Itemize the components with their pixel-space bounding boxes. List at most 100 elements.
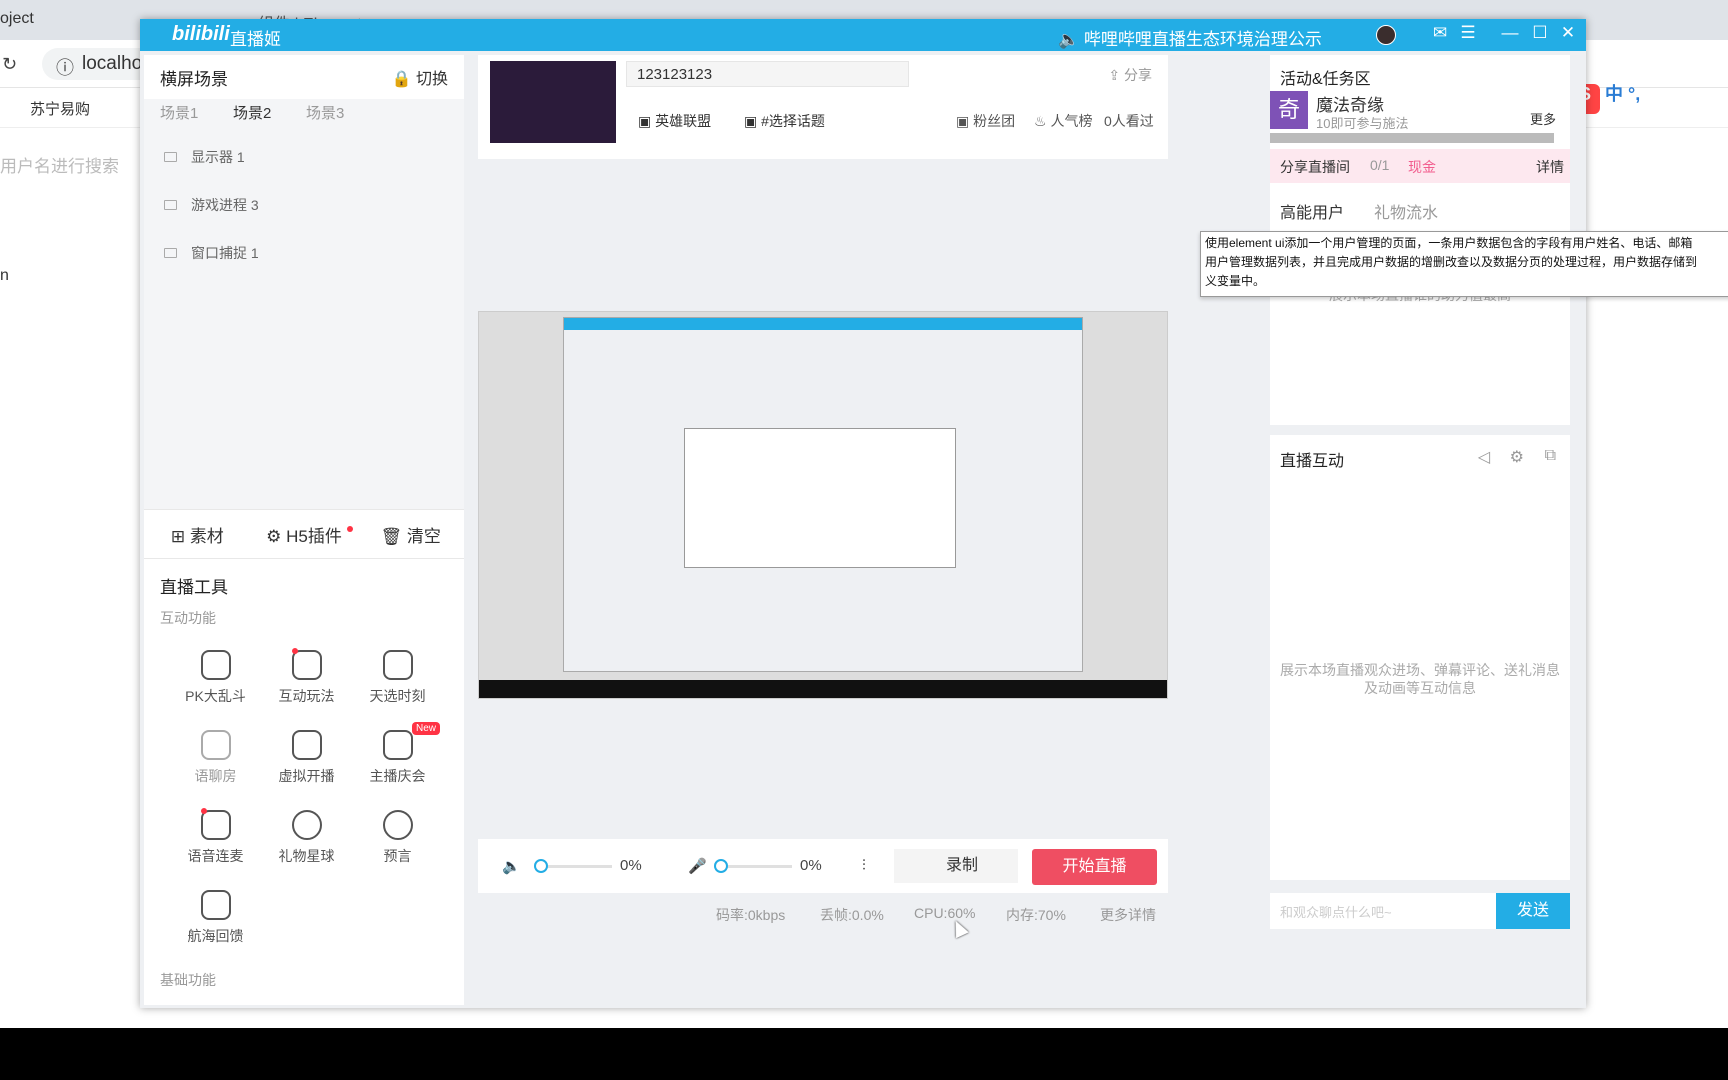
avatar[interactable] <box>1376 25 1396 45</box>
live-tools-title: 直播工具 <box>160 578 228 597</box>
tab-scene2[interactable]: 场景2 <box>233 99 306 129</box>
source-display[interactable]: 显示器 1 <box>164 147 245 167</box>
red-dot <box>347 525 354 532</box>
more-details-link[interactable]: 更多详情 <box>1100 905 1156 925</box>
bitrate: 码率:0kbps <box>716 907 786 923</box>
mixer-icon[interactable]: ⫶ <box>862 857 866 874</box>
category-button[interactable]: ▣ 英雄联盟 <box>638 111 711 131</box>
tool-voice-room[interactable]: 语聊房 <box>170 730 261 786</box>
mail-icon[interactable]: ✉ <box>1430 23 1450 43</box>
live-app-window: bilibili 直播姬 🔈 哔哩哔哩直播生态环境治理公示 ✉ ☰ — ☐ ✕ … <box>140 19 1586 1008</box>
tool-gift-planet[interactable]: 礼物星球 <box>261 810 352 866</box>
close-icon[interactable]: ✕ <box>1558 23 1578 43</box>
activity-scrollbar[interactable] <box>1270 133 1554 143</box>
popout-icon[interactable]: ⧉ <box>1545 447 1556 465</box>
user-search-input[interactable]: 用户名进行搜索 <box>0 140 140 177</box>
reload-icon[interactable]: ↻ <box>2 54 17 75</box>
web-page-left: 用户名进行搜索 n <box>0 140 140 285</box>
tool-celebration[interactable]: New 主播庆会 <box>352 722 443 786</box>
mic-slider[interactable] <box>714 859 792 873</box>
tool-anchor[interactable]: 航海回馈 <box>170 890 261 946</box>
live-tools: 直播工具 互动功能 PK大乱斗 互动玩法 天选时刻 语聊房 虚拟开播 New 主播… <box>144 559 464 1004</box>
frame-drop: 丢帧:0.0% <box>820 907 884 923</box>
source-tools: ⊞ 素材 ⚙ H5插件 🗑 清空 <box>144 509 464 559</box>
preview-nested-inner <box>684 428 956 568</box>
virtual-live-icon <box>291 730 322 760</box>
source-list: 显示器 1 游戏进程 3 窗口捕捉 1 <box>144 129 464 509</box>
tab-scene1[interactable]: 场景1 <box>160 99 233 129</box>
tool-prophecy[interactable]: 预言 <box>352 810 443 866</box>
fans-button[interactable]: ▣ 粉丝团 <box>956 111 1015 131</box>
topic-button[interactable]: ▣ #选择话题 <box>744 111 825 131</box>
speaker-icon[interactable]: 🔈 <box>502 857 521 875</box>
activity-title: 活动&任务区 <box>1280 71 1371 88</box>
tool-voice-mic[interactable]: 语音连麦 <box>170 808 261 866</box>
right-panel: 活动&任务区 奇 魔法奇缘 10即可参与施法 更多 分享直播间 0/1 现金 详… <box>1270 55 1570 1005</box>
share-button[interactable]: ⇪ 分享 <box>1108 65 1152 85</box>
room-title-input[interactable]: 123123123 <box>626 61 909 87</box>
send-button[interactable]: 发送 <box>1496 893 1570 929</box>
source-window[interactable]: 窗口捕捉 1 <box>164 243 259 263</box>
room-info: 123123123 ⇪ 分享 ▣ 英雄联盟 ▣ #选择话题 ▣ 粉丝团 ♨ 人气… <box>478 55 1168 159</box>
game-icon <box>164 200 177 210</box>
pk-icon <box>200 650 231 680</box>
bilibili-logo: bilibili <box>172 23 230 45</box>
slider-knob[interactable] <box>714 859 728 873</box>
high-energy-tab[interactable]: 高能用户 <box>1280 199 1344 223</box>
slider-knob[interactable] <box>534 859 548 873</box>
scene-title: 横屏场景 <box>160 69 228 89</box>
tool-interactive[interactable]: 互动玩法 <box>261 648 352 706</box>
chat-input[interactable]: 和观众聊点什么吧~ <box>1280 902 1392 921</box>
center-panel: 123123123 ⇪ 分享 ▣ 英雄联盟 ▣ #选择话题 ▣ 粉丝团 ♨ 人气… <box>478 55 1168 699</box>
volume-slider[interactable] <box>534 859 612 873</box>
anchor-icon <box>200 890 231 920</box>
tool-pk[interactable]: PK大乱斗 <box>170 650 261 706</box>
tool-virtual[interactable]: 虚拟开播 <box>261 730 352 786</box>
info-icon[interactable]: ⓘ <box>56 54 74 80</box>
notice-link[interactable]: 🔈 哔哩哔哩直播生态环境治理公示 <box>1058 25 1322 50</box>
browser-tab-project[interactable]: oject <box>0 10 34 28</box>
popularity-button[interactable]: ♨ 人气榜 <box>1034 111 1092 131</box>
record-button[interactable]: 录制 <box>894 849 1018 883</box>
tooltip: 使用element ui添加一个用户管理的页面，一条用户数据包含的字段有用户姓名… <box>1200 231 1728 297</box>
menu-icon[interactable]: ☰ <box>1458 23 1478 43</box>
new-badge: New <box>412 722 441 735</box>
taskbar <box>0 1028 1728 1080</box>
more-link[interactable]: 更多 <box>1530 109 1556 128</box>
bookmark-suning[interactable]: 苏宁易购 <box>30 98 90 119</box>
interactive-label: 互动功能 <box>160 610 216 626</box>
gear-icon[interactable]: ⚙ <box>1510 447 1524 467</box>
chat-bar: 和观众聊点什么吧~ 发送 <box>1270 893 1570 929</box>
memory-usage: 内存:70% <box>1006 907 1066 923</box>
monitor-icon <box>164 152 177 162</box>
minimize-icon[interactable]: — <box>1500 23 1520 43</box>
prophecy-icon <box>382 810 413 840</box>
cpu-usage: CPU:60% <box>914 905 976 921</box>
h5-plugin-button[interactable]: ⚙ H5插件 <box>251 522 358 547</box>
share-room-row[interactable]: 分享直播间 0/1 现金 详情 <box>1270 149 1570 183</box>
table-row: n <box>0 267 9 284</box>
red-dot <box>291 648 298 654</box>
interaction-placeholder: 展示本场直播观众进场、弹幕评论、送礼消息及动画等互动信息 <box>1280 662 1560 696</box>
maximize-icon[interactable]: ☐ <box>1530 23 1550 43</box>
start-live-button[interactable]: 开始直播 <box>1032 849 1157 885</box>
activity-icon: 奇 <box>1270 91 1308 129</box>
mic-icon[interactable]: 🎤 <box>688 857 707 875</box>
source-game[interactable]: 游戏进程 3 <box>164 195 259 215</box>
switch-button[interactable]: 🔒 切换 <box>392 65 448 89</box>
tab-scene3[interactable]: 场景3 <box>306 99 379 129</box>
material-button[interactable]: ⊞ 素材 <box>144 522 251 547</box>
gift-planet-icon <box>291 810 322 840</box>
audio-controls: 🔈 0% 🎤 0% ⫶ 录制 开始直播 <box>478 839 1168 893</box>
voice-mic-icon <box>200 808 231 840</box>
sound-icon[interactable]: ◁ <box>1478 447 1490 467</box>
lucky-time-icon <box>382 650 413 680</box>
cover-image[interactable] <box>490 61 616 143</box>
basic-label: 基础功能 <box>160 972 216 988</box>
gift-flow-tab[interactable]: 礼物流水 <box>1374 199 1438 223</box>
voice-room-icon <box>200 730 231 760</box>
tool-lucky[interactable]: 天选时刻 <box>352 650 443 706</box>
clear-button[interactable]: 🗑 清空 <box>357 522 464 547</box>
preview-canvas[interactable] <box>478 311 1168 699</box>
celebration-icon <box>382 730 413 760</box>
